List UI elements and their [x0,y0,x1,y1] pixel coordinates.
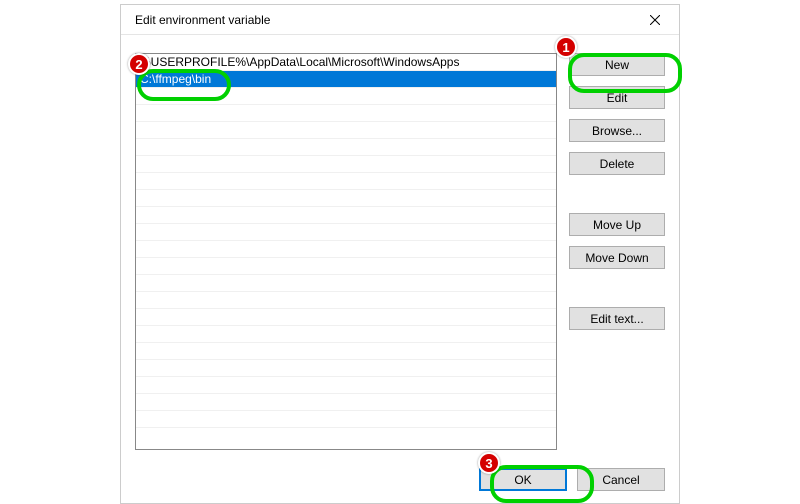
upper-area: %USERPROFILE%\AppData\Local\Microsoft\Wi… [135,53,665,450]
dialog-footer: OK Cancel [135,462,665,491]
edit-env-var-dialog: Edit environment variable %USERPROFILE%\… [120,4,680,504]
dialog-title: Edit environment variable [135,13,632,27]
edit-button[interactable]: Edit [569,86,665,109]
list-item[interactable] [136,360,556,377]
list-item[interactable] [136,309,556,326]
new-button[interactable]: New [569,53,665,76]
list-item[interactable] [136,411,556,428]
list-item[interactable] [136,139,556,156]
list-item[interactable] [136,258,556,275]
list-item[interactable] [136,224,556,241]
list-item[interactable] [136,105,556,122]
side-button-column: New Edit Browse... Delete Move Up Move D… [569,53,665,450]
list-item[interactable] [136,326,556,343]
path-listbox[interactable]: %USERPROFILE%\AppData\Local\Microsoft\Wi… [135,53,557,450]
list-item[interactable] [136,88,556,105]
list-item[interactable] [136,394,556,411]
close-icon [650,15,660,25]
browse-button[interactable]: Browse... [569,119,665,142]
cancel-button[interactable]: Cancel [577,468,665,491]
list-item[interactable] [136,275,556,292]
edit-text-button[interactable]: Edit text... [569,307,665,330]
list-item[interactable] [136,241,556,258]
ok-button[interactable]: OK [479,468,567,491]
titlebar: Edit environment variable [121,5,679,35]
delete-button[interactable]: Delete [569,152,665,175]
move-down-button[interactable]: Move Down [569,246,665,269]
list-item[interactable] [136,190,556,207]
dialog-content: %USERPROFILE%\AppData\Local\Microsoft\Wi… [121,35,679,503]
list-item[interactable] [136,122,556,139]
list-item[interactable] [136,173,556,190]
move-up-button[interactable]: Move Up [569,213,665,236]
list-item[interactable] [136,292,556,309]
close-button[interactable] [632,5,677,34]
list-item[interactable] [136,156,556,173]
list-item[interactable]: %USERPROFILE%\AppData\Local\Microsoft\Wi… [136,54,556,71]
list-item[interactable] [136,207,556,224]
list-item[interactable] [136,343,556,360]
list-item[interactable] [136,377,556,394]
list-item[interactable]: C:\ffmpeg\bin [136,71,556,88]
